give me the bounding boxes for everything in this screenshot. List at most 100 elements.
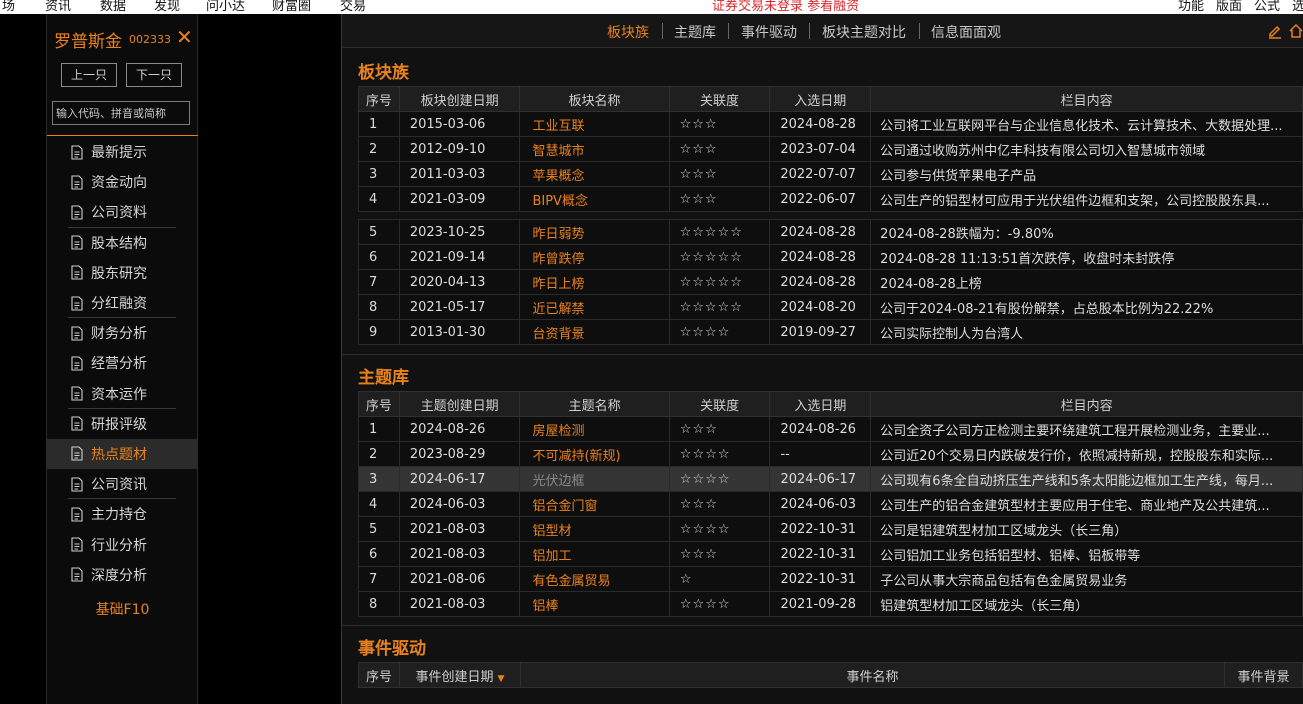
cell-content: 公司生产的铝合金建筑型材主要应用于住宅、商业地产及公共建筑... — [870, 491, 1303, 517]
cell-select-date: 2022-06-07 — [769, 186, 872, 212]
table-row[interactable]: 8 2021-08-03 铝棒 ☆☆☆☆ 2021-09-28 铝建筑型材加工区域龙头（长… — [358, 591, 1303, 617]
menu-item-trade[interactable]: 交易 — [340, 0, 366, 14]
sidebar-item[interactable]: 行业分析 — [47, 529, 198, 559]
close-icon[interactable]: ✕ — [176, 25, 193, 49]
cell-name-link[interactable]: 铝型材 — [519, 516, 670, 542]
cell-name-link[interactable]: 铝合金门窗 — [519, 491, 670, 517]
menu-item-formula[interactable]: 公式 — [1254, 0, 1280, 14]
stock-search-input[interactable] — [52, 101, 190, 125]
table-row[interactable]: 1 2015-03-06 工业互联 ☆☆☆ 2024-08-28 公司将工业互联网平台与企… — [358, 111, 1303, 137]
table-row[interactable]: 3 2011-03-03 苹果概念 ☆☆☆ 2022-07-07 公司参与供货苹果电子产品 — [358, 161, 1303, 187]
menu-item-discover[interactable]: 发现 — [154, 0, 180, 14]
table-row[interactable]: 2 2012-09-10 智慧城市 ☆☆☆ 2023-07-04 公司通过收购苏州中亿丰科… — [358, 136, 1303, 162]
col-header-content[interactable]: 栏目内容 — [870, 86, 1303, 112]
col-header-select-date[interactable]: 入选日期 — [769, 86, 872, 112]
col-header-select-date[interactable]: 入选日期 — [769, 391, 872, 417]
table-row[interactable]: 5 2023-10-25 昨日弱势 ☆☆☆☆☆ 2024-08-28 2024-08-28… — [358, 219, 1303, 245]
cell-relevance-stars: ☆☆☆☆ — [668, 441, 771, 467]
cell-create-date: 2021-08-03 — [398, 516, 521, 542]
cell-name-link[interactable]: 铝加工 — [519, 541, 670, 567]
sidebar-item[interactable]: 最新提示 — [47, 137, 198, 167]
section-title-event-driven: 事件驱动 — [358, 639, 426, 659]
menu-item-news[interactable]: 资讯 — [45, 0, 71, 14]
table-row[interactable]: 7 2021-08-06 有色金属贸易 ☆ 2022-10-31 子公司从事大宗商品包括有… — [358, 566, 1303, 592]
tab-block-theme-compare[interactable]: 板块主题对比 — [822, 22, 906, 42]
cell-name-link[interactable]: 房屋检测 — [519, 416, 670, 442]
cell-name-link[interactable]: 不可减持(新规) — [519, 441, 670, 467]
col-header-index[interactable]: 序号 — [358, 662, 400, 688]
login-notice[interactable]: 证券交易未登录 参看融资 — [712, 0, 859, 14]
table-row[interactable]: 2 2023-08-29 不可减持(新规) ☆☆☆☆ -- 公司近20个交易日内跌破发行价… — [358, 441, 1303, 467]
sidebar-item[interactable]: 研报评级 — [47, 409, 198, 439]
sidebar-item[interactable]: 资本运作 — [47, 379, 198, 409]
menu-item-functions[interactable]: 功能 — [1178, 0, 1204, 14]
table-row[interactable]: 5 2021-08-03 铝型材 ☆☆☆☆ 2022-10-31 公司是铝建筑型材加工区域… — [358, 516, 1303, 542]
next-stock-button[interactable]: 下一只 — [126, 63, 182, 87]
cell-name-link[interactable]: 有色金属贸易 — [519, 566, 670, 592]
col-header-block-name[interactable]: 板块名称 — [519, 86, 670, 112]
basic-f10-link[interactable]: 基础F10 — [47, 599, 198, 619]
menu-item-ask[interactable]: 问小达 — [206, 0, 245, 14]
table-row[interactable]: 1 2024-08-26 房屋检测 ☆☆☆ 2024-08-26 公司全资子公司方正检测主… — [358, 416, 1303, 442]
col-header-relevance[interactable]: 关联度 — [668, 391, 771, 417]
col-header-create-date[interactable]: 板块创建日期 — [398, 86, 521, 112]
col-header-create-date[interactable]: 主题创建日期 — [398, 391, 521, 417]
cell-name-link[interactable]: 台资背景 — [519, 319, 670, 345]
menu-item-wealth[interactable]: 财富圈 — [272, 0, 311, 14]
table-row[interactable]: 4 2024-06-03 铝合金门窗 ☆☆☆ 2024-06-03 公司生产的铝合金建筑型… — [358, 491, 1303, 517]
col-header-event-name[interactable]: 事件名称 — [519, 662, 1226, 688]
sidebar-item[interactable]: 分红融资 — [47, 288, 198, 319]
menu-item-market[interactable]: 场 — [2, 0, 15, 14]
cell-name-link[interactable]: 智慧城市 — [519, 136, 670, 162]
cell-content: 铝建筑型材加工区域龙头（长三角） — [870, 591, 1303, 617]
sidebar-item[interactable]: 资金动向 — [47, 167, 198, 197]
prev-stock-button[interactable]: 上一只 — [61, 63, 117, 87]
table-row[interactable]: 8 2021-05-17 近已解禁 ☆☆☆☆☆ 2024-08-20 公司于2024-08… — [358, 294, 1303, 320]
cell-index: 6 — [358, 541, 400, 567]
sidebar-item[interactable]: 股本结构 — [47, 228, 198, 258]
sidebar-item[interactable]: 热点题材 — [47, 438, 198, 470]
col-header-relevance[interactable]: 关联度 — [668, 86, 771, 112]
table-row[interactable]: 7 2020-04-13 昨日上榜 ☆☆☆☆☆ 2024-08-28 2024-08-28… — [358, 269, 1303, 295]
tab-block-family[interactable]: 板块族 — [607, 22, 649, 42]
menu-item-layout[interactable]: 版面 — [1216, 0, 1242, 14]
cell-name-link[interactable]: 光伏边框 — [519, 466, 670, 492]
cell-name-link[interactable]: 工业互联 — [519, 111, 670, 137]
sidebar-item-label: 公司资讯 — [91, 477, 147, 494]
cell-name-link[interactable]: 昨日上榜 — [519, 269, 670, 295]
sidebar-item[interactable]: 主力持仓 — [47, 499, 198, 529]
menu-item-select[interactable]: 选 — [1292, 0, 1303, 14]
sidebar-item[interactable]: 深度分析 — [47, 560, 198, 590]
col-header-index[interactable]: 序号 — [358, 86, 400, 112]
sidebar-item[interactable]: 经营分析 — [47, 348, 198, 378]
cell-name-link[interactable]: 铝棒 — [519, 591, 670, 617]
table-header-row: 序号 事件创建日期 ▼ 事件名称 事件背景 — [358, 662, 1303, 688]
table-row[interactable]: 9 2013-01-30 台资背景 ☆☆☆☆ 2019-09-27 公司实际控制人为台湾人 — [358, 319, 1303, 345]
tab-event-driven[interactable]: 事件驱动 — [741, 22, 797, 42]
tab-theme-lib[interactable]: 主题库 — [674, 22, 716, 42]
col-header-index[interactable]: 序号 — [358, 391, 400, 417]
menu-item-data[interactable]: 数据 — [100, 0, 126, 14]
home-icon[interactable] — [1288, 23, 1303, 39]
section-title-block-family: 板块族 — [358, 63, 409, 83]
col-header-event-background[interactable]: 事件背景 — [1224, 662, 1303, 688]
sidebar-item[interactable]: 股东研究 — [47, 258, 198, 288]
sidebar-item[interactable]: 财务分析 — [47, 318, 198, 348]
col-header-theme-name[interactable]: 主题名称 — [519, 391, 670, 417]
cell-name-link[interactable]: 昨日弱势 — [519, 219, 670, 245]
table-row[interactable]: 6 2021-08-03 铝加工 ☆☆☆ 2022-10-31 公司铝加工业务包括铝型材、… — [358, 541, 1303, 567]
cell-name-link[interactable]: 昨曾跌停 — [519, 244, 670, 270]
sidebar-item-label: 经营分析 — [91, 356, 147, 373]
table-row[interactable]: 4 2021-03-09 BIPV概念 ☆☆☆ 2022-06-07 公司生产的铝型材可应… — [358, 186, 1303, 212]
cell-name-link[interactable]: 近已解禁 — [519, 294, 670, 320]
col-header-event-date[interactable]: 事件创建日期 ▼ — [398, 662, 521, 688]
cell-name-link[interactable]: BIPV概念 — [519, 186, 670, 212]
table-row[interactable]: 3 2024-06-17 光伏边框 ☆☆☆☆ 2024-06-17 公司现有6条全自动挤压… — [358, 466, 1303, 492]
sidebar-item[interactable]: 公司资讯 — [47, 469, 198, 500]
table-row[interactable]: 6 2021-09-14 昨曾跌停 ☆☆☆☆☆ 2024-08-28 2024-08-28… — [358, 244, 1303, 270]
cell-name-link[interactable]: 苹果概念 — [519, 161, 670, 187]
tab-info-overview[interactable]: 信息面面观 — [931, 22, 1001, 42]
edit-icon[interactable] — [1267, 23, 1283, 39]
sidebar-item[interactable]: 公司资料 — [47, 197, 198, 228]
col-header-content[interactable]: 栏目内容 — [870, 391, 1303, 417]
